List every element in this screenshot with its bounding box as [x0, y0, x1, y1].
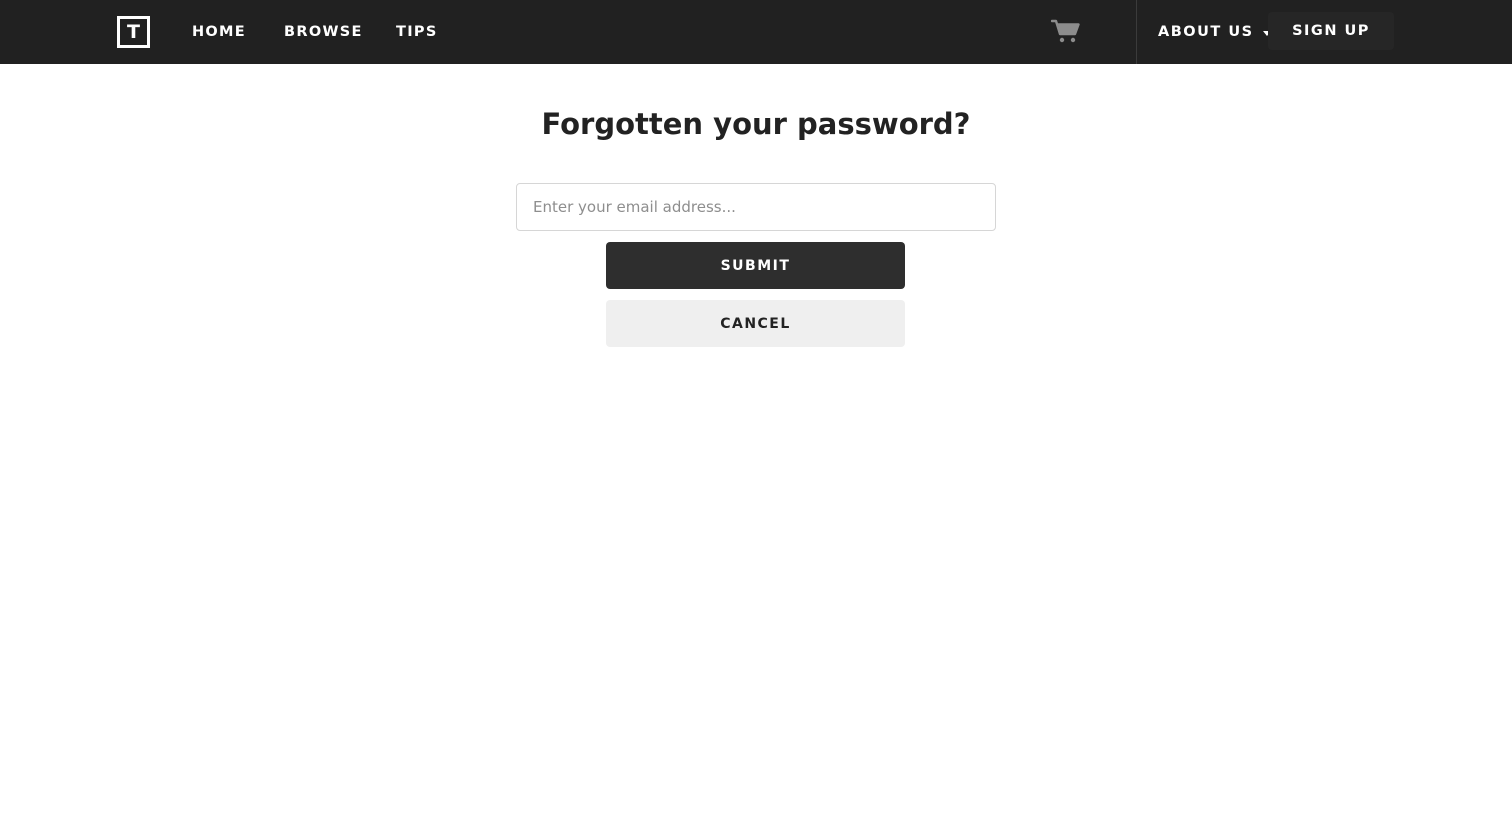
nav-link-tips[interactable]: TIPS [396, 0, 438, 64]
cancel-button[interactable]: CANCEL [606, 300, 905, 347]
logo-link[interactable]: T [117, 16, 150, 48]
about-us-dropdown[interactable]: ABOUT US [1158, 0, 1271, 64]
top-navbar: T HOME BROWSE TIPS ABOUT US SIGN UP [0, 0, 1512, 64]
submit-button[interactable]: SUBMIT [606, 242, 905, 289]
shopping-cart-icon[interactable] [1050, 19, 1081, 45]
nav-link-home[interactable]: HOME [192, 0, 246, 64]
nav-link-browse[interactable]: BROWSE [284, 0, 363, 64]
about-us-label: ABOUT US [1158, 24, 1254, 40]
nav-divider [1136, 0, 1137, 64]
email-input[interactable] [516, 183, 996, 231]
logo-letter: T [127, 20, 140, 43]
sign-up-button[interactable]: SIGN UP [1268, 12, 1394, 50]
page-title: Forgotten your password? [541, 107, 971, 141]
